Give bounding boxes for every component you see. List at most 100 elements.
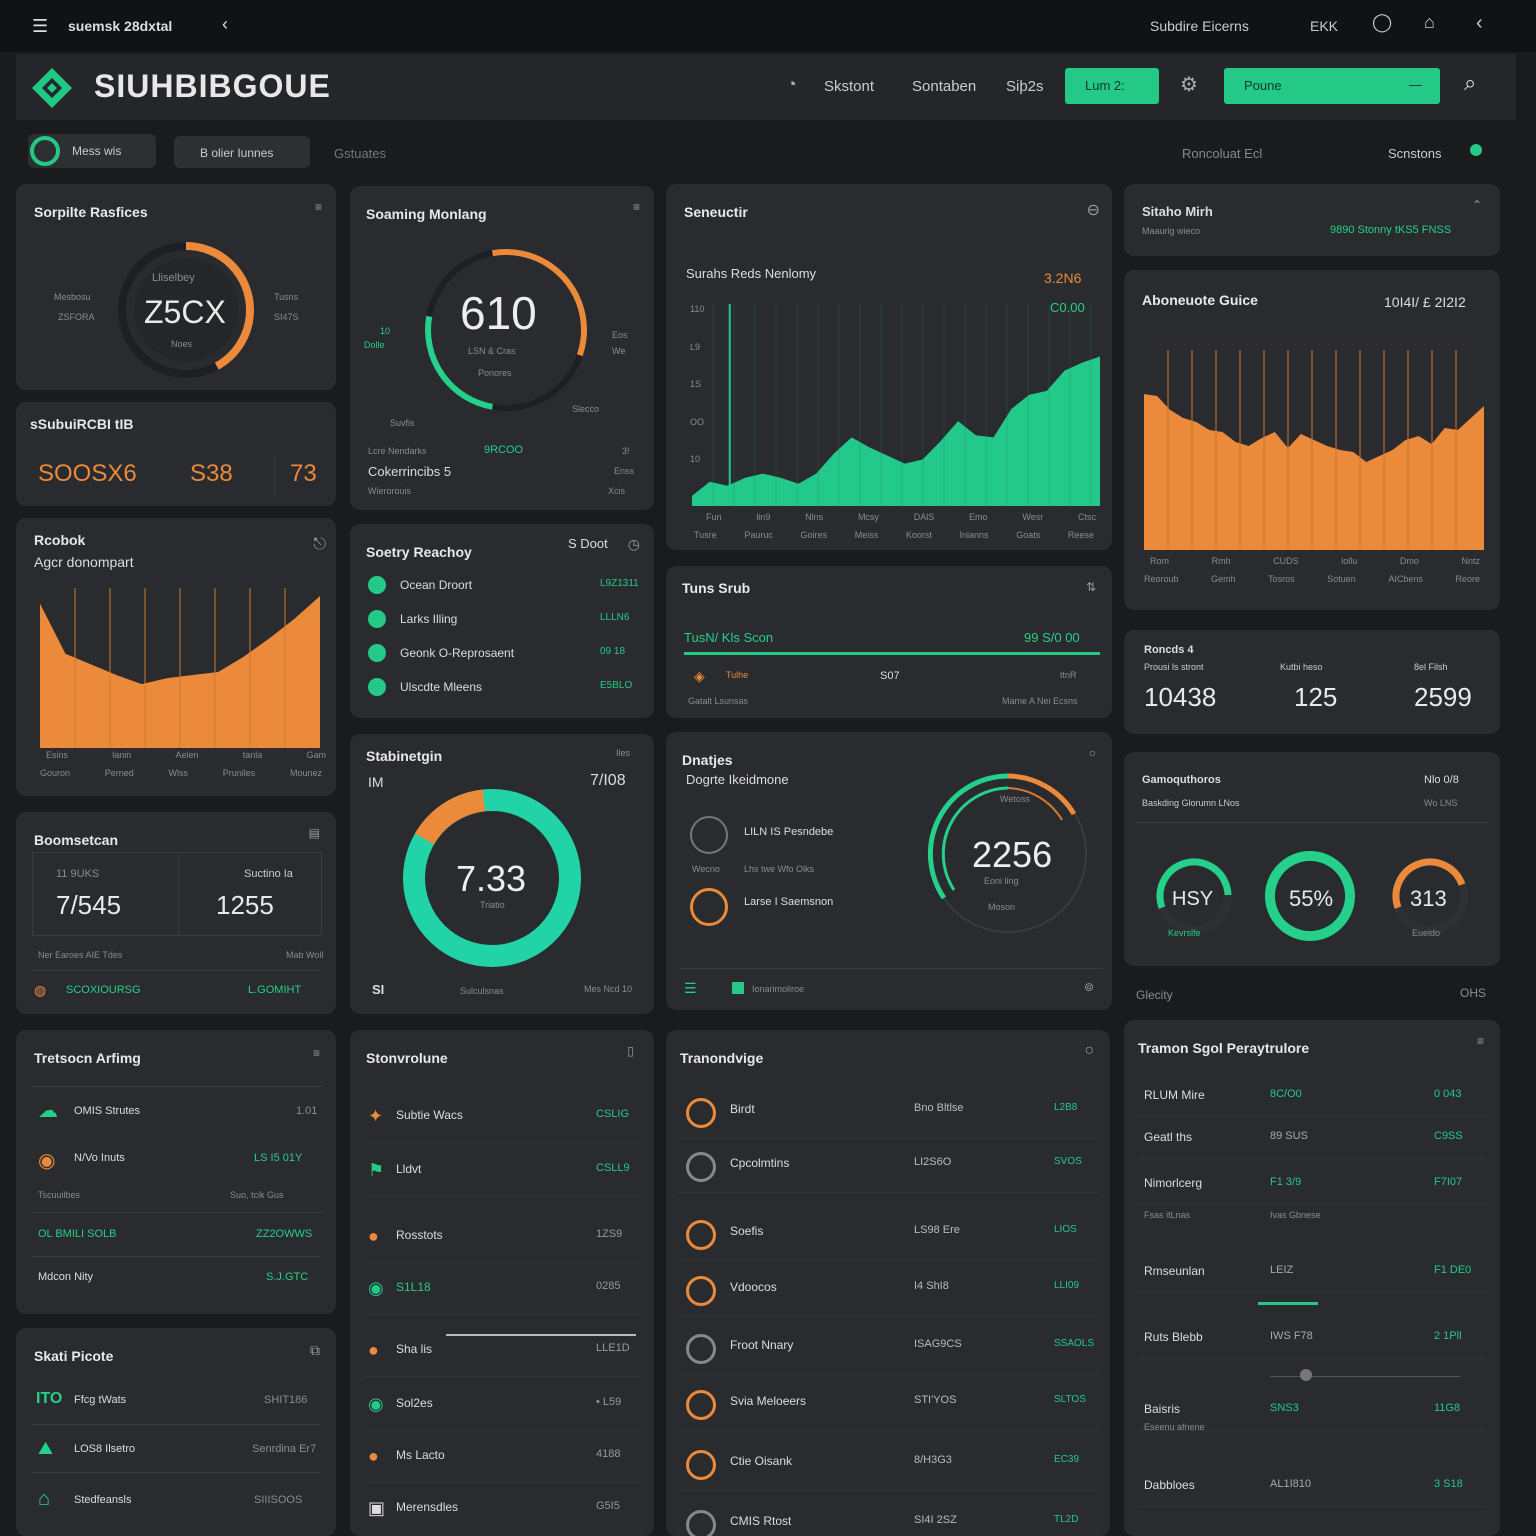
right-orange: 3.2N6 xyxy=(1044,270,1082,286)
more-icon[interactable]: ≡ xyxy=(315,200,322,214)
search-icon[interactable]: ⌕ xyxy=(1464,70,1476,96)
left-mid: Wecno xyxy=(692,864,720,874)
info-icon[interactable]: ○ xyxy=(1089,746,1096,760)
subheader-link[interactable]: Gstuates xyxy=(334,146,386,161)
share-icon[interactable]: ⎋ xyxy=(313,536,326,554)
back-icon[interactable]: ‹ xyxy=(1476,12,1483,35)
pill-1[interactable]: Mess wis xyxy=(28,134,156,168)
settings-icon[interactable]: ⚙ xyxy=(1180,72,1198,97)
sub-1-right: Ivas Gbnese xyxy=(1270,1210,1321,1220)
lock-icon[interactable]: ▯ xyxy=(627,1044,634,1058)
settings-icon[interactable]: ○ xyxy=(1084,1042,1094,1060)
row-label: Rmseunlan xyxy=(1144,1264,1205,1278)
x-label: Perned xyxy=(104,768,134,778)
x-labels-b: Tusre Pauruc Goires Meiss Koorst Inianns… xyxy=(694,530,1094,540)
nav-item-1[interactable]: Sontaben xyxy=(912,78,976,95)
menu-icon[interactable]: ≡ xyxy=(313,1046,320,1060)
item-label: N/Vo Inuts xyxy=(74,1152,125,1164)
doc-icon[interactable]: ≡ xyxy=(1477,1034,1484,1048)
chevron-left-icon[interactable]: ‹ xyxy=(222,14,228,35)
x-labels-b: Gouron Perned Wlss Pruniles Mounez xyxy=(40,768,322,778)
right-b: SI47S xyxy=(274,312,299,322)
card-title: sSubuiRCBI tIB xyxy=(30,416,134,432)
grid-icon[interactable]: ▤ xyxy=(309,826,320,840)
row-value: C9SS xyxy=(1434,1130,1463,1142)
clock-icon[interactable]: ◷ xyxy=(628,536,640,553)
value-1: SOOSX6 xyxy=(38,460,137,487)
card-green: 9890 Stonny tKS5 FNSS xyxy=(1330,224,1452,236)
row-mid: LEIZ xyxy=(1270,1264,1294,1276)
sort-icon[interactable]: ⇅ xyxy=(1086,580,1096,594)
nav-item-0[interactable]: Skstont xyxy=(824,78,874,95)
chart-right-label: 10I4I/ £ 2I2I2 xyxy=(1384,294,1466,310)
pill-2[interactable]: B olier Iunnes xyxy=(174,136,310,168)
donut-value: 7.33 xyxy=(456,858,527,899)
app-label: suemsk 28dxtal xyxy=(68,18,173,34)
status-dot-icon xyxy=(368,678,386,696)
cta-small-button[interactable]: Lum 2: xyxy=(1065,68,1159,104)
card-stats: Roncds 4 Prousi ls stront 10438 Kutbi he… xyxy=(1124,630,1500,734)
row-mid: IWS F78 xyxy=(1270,1330,1313,1342)
row-3-right: Xcis xyxy=(608,486,626,496)
row-value: F7I07 xyxy=(1434,1176,1463,1188)
divider xyxy=(678,1260,1098,1261)
list-item-label: S1L18 xyxy=(396,1280,431,1294)
x-label: Gouron xyxy=(40,768,71,778)
menu-icon[interactable]: ☰ xyxy=(32,16,48,37)
bell-icon[interactable]: ⌂ xyxy=(1424,12,1435,33)
options-icon[interactable]: ⊖ xyxy=(1087,200,1100,220)
row-label: RLUM Mire xyxy=(1144,1088,1205,1102)
user-icon[interactable]: ◯ xyxy=(1372,12,1392,33)
list-item-label: Geonk O-Reprosaent xyxy=(400,646,515,660)
last-right: S.J.GTC xyxy=(266,1271,309,1283)
item-icon xyxy=(686,1276,716,1306)
gauge-sub-1: Eoni ling xyxy=(984,876,1019,886)
row-2-left: Cokerrincibs 5 xyxy=(368,464,452,479)
x-label: Pauruc xyxy=(744,530,773,540)
list-item-label: Lldvt xyxy=(396,1162,422,1176)
x-label: Mcsy xyxy=(857,512,879,522)
x-labels-a: Fun lin9 Nlns Mcsy DAlS Emo Wesr Ctsc xyxy=(706,512,1096,522)
card-subtotal: sSubuiRCBI tIB SOOSX6 S38 73 xyxy=(16,402,336,506)
divider xyxy=(32,1086,322,1087)
item-value: Senrdina Er7 xyxy=(252,1443,317,1455)
divider xyxy=(364,1196,640,1197)
service-icon: ◉ xyxy=(368,1278,384,1298)
card-gauge-610: Soaming Monlang ≡ 610 LSN & Cras Ponores… xyxy=(350,186,654,510)
item-label: LOS8 Ilsetro xyxy=(74,1443,136,1455)
right-a: Nlo 0/8 xyxy=(1424,774,1459,786)
list-item-label: Svia Meloeers xyxy=(730,1394,807,1408)
list-item-label: Cpcolmtins xyxy=(730,1156,790,1170)
cta-wide-button[interactable]: Poune — xyxy=(1224,68,1440,104)
row-a: Ner Earoes AIE Tdes xyxy=(38,950,123,960)
row-mid: F1 3/9 xyxy=(1270,1176,1302,1188)
refresh-icon[interactable]: ⊚ xyxy=(1084,980,1094,994)
row-1-left: Lcre Nendarks xyxy=(368,446,427,456)
subheader-right[interactable]: Scnstons xyxy=(1388,146,1441,161)
x-label: Meiss xyxy=(854,530,879,540)
list-item-label: Merensdles xyxy=(396,1500,459,1514)
cell-2-value: 1255 xyxy=(216,890,274,920)
list-item-mid: I4 ShI8 xyxy=(914,1280,949,1292)
chevron-icon[interactable]: ⌃ xyxy=(1472,198,1482,212)
pill-1-label: Mess wis xyxy=(72,144,122,158)
slider-handle[interactable] xyxy=(1300,1369,1312,1381)
top-right-code: EKK xyxy=(1310,18,1339,34)
nav-icon[interactable]: ◔ xyxy=(786,74,797,95)
perf-progress xyxy=(1258,1302,1318,1305)
row-label: Baisris xyxy=(1144,1402,1181,1416)
card-title: Tranondvige xyxy=(680,1050,764,1066)
header: SIUHBIBGOUE ◔ Skstont Sontaben Siþ2s Lum… xyxy=(16,54,1516,120)
green-left: OL BMILI SOLB xyxy=(38,1228,117,1240)
status-dot-icon xyxy=(368,644,386,662)
green-bar xyxy=(684,652,1100,655)
service-icon: ✦ xyxy=(368,1106,384,1126)
row-left: TusN/ Kls Scon xyxy=(684,630,774,645)
nav-item-2[interactable]: Siþ2s xyxy=(1006,78,1044,95)
ready-right-label: S Doot xyxy=(568,536,608,551)
metrics-divider xyxy=(178,852,179,936)
filter-icon[interactable]: ≡ xyxy=(633,200,640,214)
external-icon[interactable]: ⧉ xyxy=(310,1342,320,1359)
top-right: 7/I08 xyxy=(590,772,626,789)
list-item-value: LLLN6 xyxy=(600,612,630,623)
